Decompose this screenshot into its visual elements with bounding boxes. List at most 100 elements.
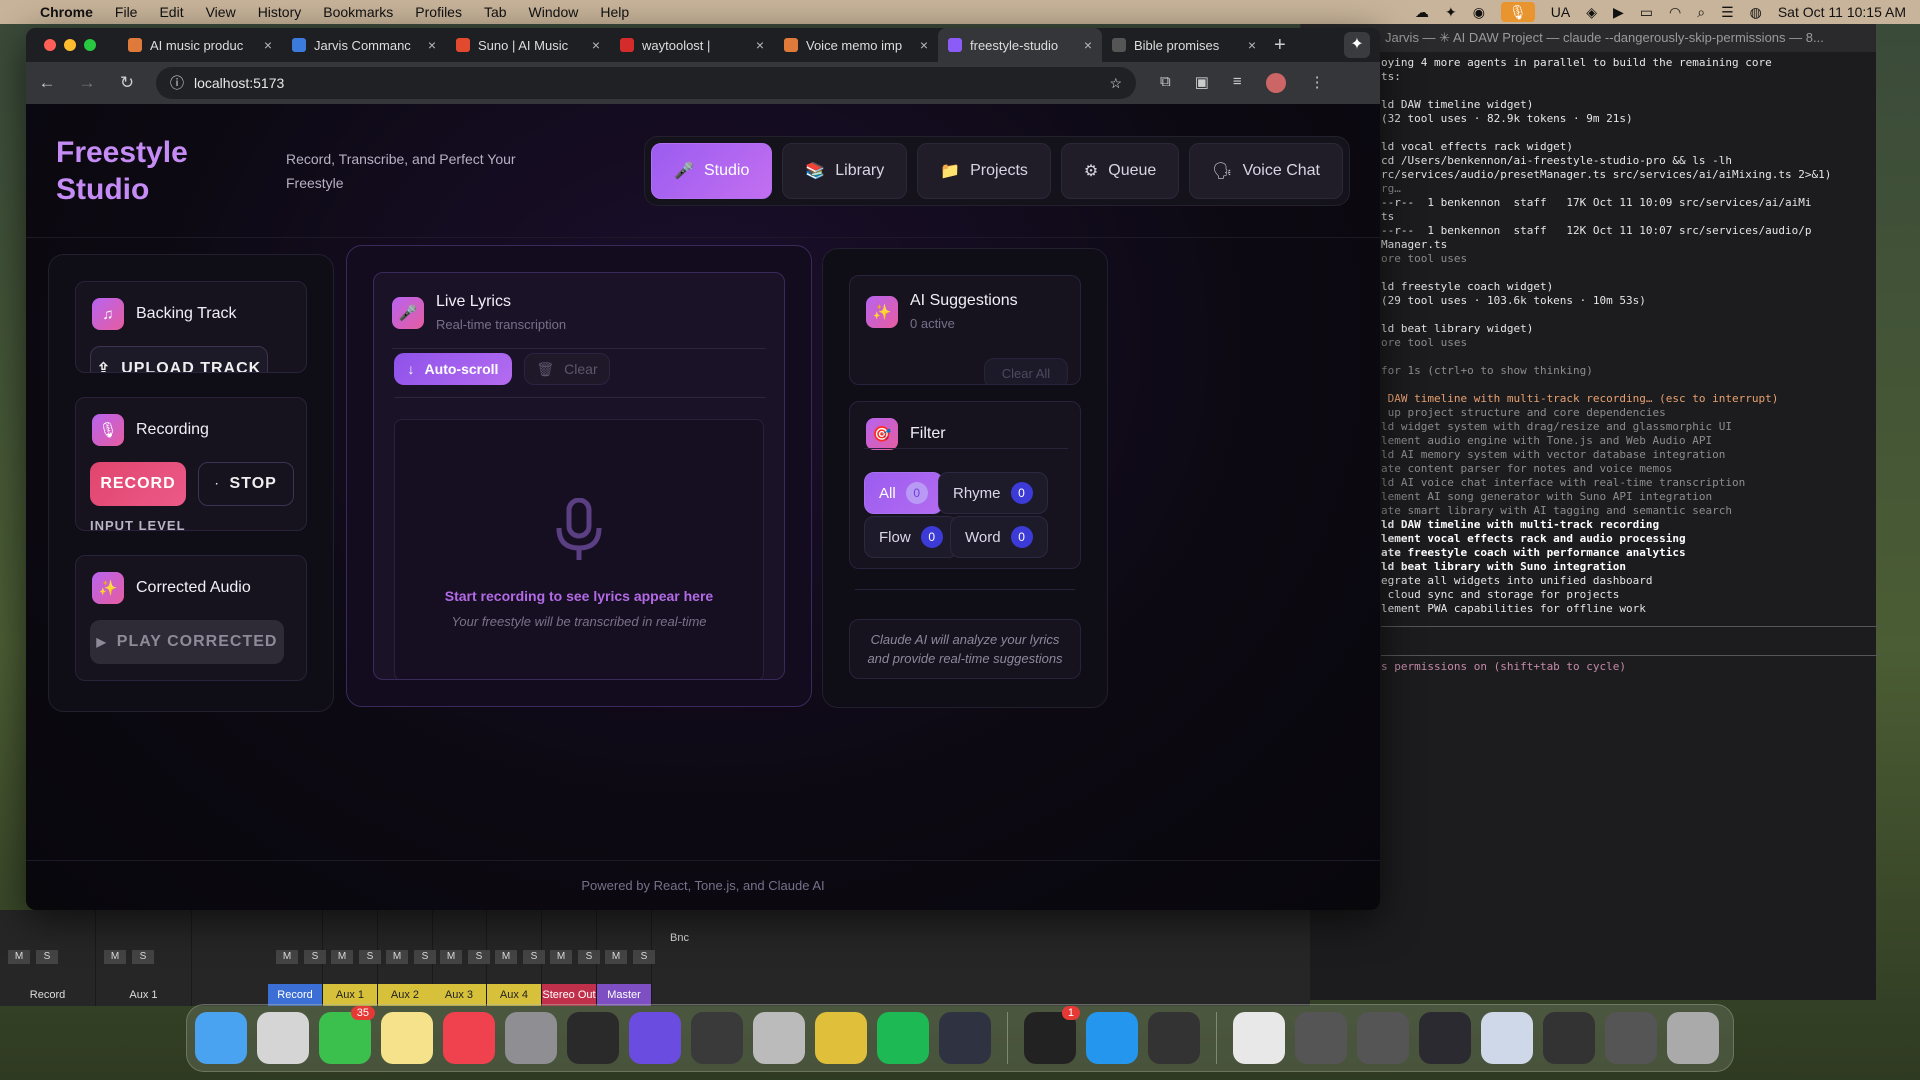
mute-button[interactable]: M: [605, 950, 627, 964]
browser-tab[interactable]: AI music produc ×: [118, 28, 282, 62]
wifi-icon[interactable]: ◠: [1669, 4, 1681, 21]
nav-voice-chat[interactable]: 🗣 Voice Chat: [1189, 142, 1343, 199]
menu-file[interactable]: File: [115, 4, 138, 20]
filter-chip-rhyme[interactable]: Rhyme 0: [938, 472, 1048, 514]
browser-tab[interactable]: Suno | AI Music ×: [446, 28, 610, 62]
docker-icon[interactable]: [1086, 1012, 1138, 1064]
upload-track-button[interactable]: ⇪ UPLOAD TRACK: [90, 346, 268, 372]
close-window-button[interactable]: [44, 39, 56, 51]
mute-button[interactable]: M: [495, 950, 517, 964]
close-tab-icon[interactable]: ×: [264, 37, 272, 53]
profile-status-icon[interactable]: ◉: [1473, 4, 1485, 21]
minimize-window-button[interactable]: [64, 39, 76, 51]
browser-tab[interactable]: waytoolost | ×: [610, 28, 774, 62]
arc-icon[interactable]: [629, 1012, 681, 1064]
menubar-clock[interactable]: Sat Oct 11 10:15 AM: [1778, 4, 1906, 20]
close-tab-icon[interactable]: ×: [592, 37, 600, 53]
window-thumb-4[interactable]: [1481, 1012, 1533, 1064]
window-thumb-1[interactable]: [1295, 1012, 1347, 1064]
menu-app-name[interactable]: Chrome: [40, 4, 93, 20]
clear-all-button[interactable]: Clear All: [984, 358, 1068, 384]
mute-button[interactable]: M: [8, 950, 30, 964]
trash-icon[interactable]: [1667, 1012, 1719, 1064]
solo-button[interactable]: S: [132, 950, 154, 964]
mixer-channel[interactable]: M S Record: [268, 910, 326, 1006]
logic-icon[interactable]: [567, 1012, 619, 1064]
solo-button[interactable]: S: [633, 950, 655, 964]
nav-queue[interactable]: ⚙ Queue: [1060, 142, 1180, 199]
mixer-channel[interactable]: M S Aux 3: [432, 910, 490, 1006]
close-tab-icon[interactable]: ×: [1248, 37, 1256, 53]
terminal-icon[interactable]: 1: [1024, 1006, 1080, 1064]
cast-icon[interactable]: ▣: [1195, 73, 1209, 93]
mixer-channel[interactable]: M S Master: [597, 910, 655, 1006]
scrollbar-track[interactable]: [855, 589, 1075, 595]
control-center-icon[interactable]: ☰: [1721, 4, 1734, 21]
auto-scroll-button[interactable]: ↓ Auto-scroll: [394, 353, 512, 385]
sparkle-status-icon[interactable]: ✦: [1445, 4, 1457, 21]
menu-help[interactable]: Help: [600, 4, 629, 20]
close-tab-icon[interactable]: ×: [428, 37, 436, 53]
mute-button[interactable]: M: [104, 950, 126, 964]
menu-tab[interactable]: Tab: [484, 4, 507, 20]
address-bar[interactable]: ⓘ localhost:5173 ☆: [156, 67, 1136, 99]
play-status-icon[interactable]: ▶: [1613, 4, 1624, 21]
gemini-sparkle-icon[interactable]: ✦: [1344, 32, 1370, 58]
window-thumb-3[interactable]: [1419, 1012, 1471, 1064]
window-thumb-6[interactable]: [1605, 1012, 1657, 1064]
chrome-icon[interactable]: [815, 1012, 867, 1064]
stop-button[interactable]: · STOP: [198, 462, 294, 506]
finder-icon[interactable]: [195, 1012, 247, 1064]
close-tab-icon[interactable]: ×: [1084, 37, 1092, 53]
siri-icon[interactable]: ◍: [1750, 4, 1762, 21]
mixer-channel[interactable]: M S Aux 4: [487, 910, 545, 1006]
browser-tab[interactable]: freestyle-studio ×: [938, 28, 1102, 62]
new-tab-button[interactable]: +: [1274, 34, 1286, 57]
audio-app-icon[interactable]: [1148, 1012, 1200, 1064]
filter-chip-word[interactable]: Word 0: [950, 516, 1048, 558]
forward-arrow-icon[interactable]: →: [76, 73, 98, 93]
mixer-channel[interactable]: M S Stereo Out: [542, 910, 600, 1006]
site-info-icon[interactable]: ⓘ: [170, 73, 184, 93]
mute-button[interactable]: M: [386, 950, 408, 964]
clear-lyrics-button[interactable]: 🗑 Clear: [524, 353, 610, 385]
launchpad-icon[interactable]: [257, 1012, 309, 1064]
extensions-icon[interactable]: ⧉: [1160, 73, 1171, 93]
zoom-window-button[interactable]: [84, 39, 96, 51]
cloud-status-icon[interactable]: ☁: [1415, 4, 1429, 21]
filter-chip-flow[interactable]: Flow 0: [864, 516, 958, 558]
music-file-icon[interactable]: [1233, 1012, 1285, 1064]
vpn-icon[interactable]: ◈: [1586, 4, 1597, 21]
spotlight-search-icon[interactable]: ⌕: [1697, 4, 1705, 21]
close-tab-icon[interactable]: ×: [756, 37, 764, 53]
mute-button[interactable]: M: [276, 950, 298, 964]
notes-icon[interactable]: [381, 1012, 433, 1064]
mixer-channel[interactable]: M S Aux 1: [323, 910, 381, 1006]
mute-button[interactable]: M: [331, 950, 353, 964]
nav-projects[interactable]: 📁 Projects: [917, 142, 1051, 199]
bookmark-star-icon[interactable]: ☆: [1109, 75, 1122, 92]
disk-utility-icon[interactable]: [753, 1012, 805, 1064]
menu-edit[interactable]: Edit: [159, 4, 183, 20]
spotify-icon[interactable]: [877, 1012, 929, 1064]
lyrics-area[interactable]: Start recording to see lyrics appear her…: [394, 419, 764, 679]
record-button[interactable]: RECORD: [90, 462, 186, 506]
input-source[interactable]: UA: [1551, 4, 1570, 20]
nav-library[interactable]: 📚 Library: [782, 142, 908, 199]
mixer-channel[interactable]: M S Aux 1: [96, 910, 192, 1006]
solo-button[interactable]: S: [36, 950, 58, 964]
back-arrow-icon[interactable]: ←: [36, 73, 58, 93]
menu-history[interactable]: History: [258, 4, 302, 20]
filter-chip-all[interactable]: All 0: [864, 472, 943, 514]
messages-icon[interactable]: 35: [319, 1006, 375, 1064]
browser-tab[interactable]: Bible promises ×: [1102, 28, 1266, 62]
nav-studio[interactable]: 🎤 Studio: [651, 142, 773, 199]
play-corrected-button[interactable]: ▶ PLAY CORRECTED: [90, 620, 284, 664]
mixer-channel[interactable]: M S Record: [0, 910, 96, 1006]
microphone-status-icon[interactable]: 🎙: [1500, 2, 1535, 22]
mute-button[interactable]: M: [550, 950, 572, 964]
browser-tab[interactable]: Voice memo imp ×: [774, 28, 938, 62]
music-icon[interactable]: [443, 1012, 495, 1064]
mixer-icon[interactable]: [691, 1012, 743, 1064]
close-tab-icon[interactable]: ×: [920, 37, 928, 53]
